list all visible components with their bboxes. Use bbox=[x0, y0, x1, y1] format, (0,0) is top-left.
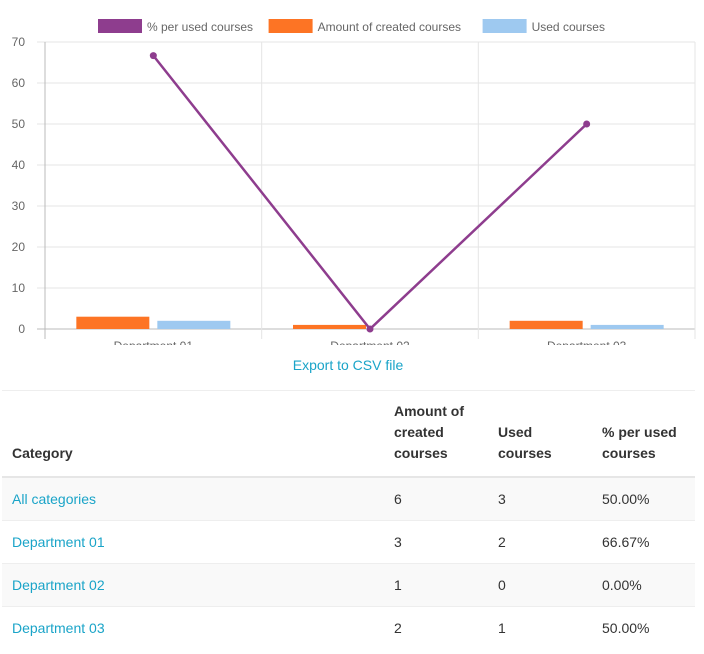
bar bbox=[509, 320, 583, 329]
y-tick-label: 60 bbox=[12, 76, 26, 90]
x-tick-label: Department 01 bbox=[114, 339, 194, 345]
bar bbox=[157, 320, 231, 329]
cell-amount: 6 bbox=[384, 476, 488, 521]
table-header-row: Category Amount of created courses Used … bbox=[2, 390, 695, 478]
header-used-line: courses bbox=[498, 445, 552, 461]
table-row: Department 02 1 0 0.00% bbox=[2, 563, 695, 607]
y-tick-label: 40 bbox=[12, 158, 26, 172]
header-amount: Amount of created courses bbox=[384, 390, 488, 478]
y-tick-label: 10 bbox=[12, 281, 26, 295]
legend-swatch bbox=[98, 19, 142, 33]
legend-label: Amount of created courses bbox=[318, 20, 461, 34]
legend-label: Used courses bbox=[532, 20, 605, 34]
legend-label: % per used courses bbox=[147, 20, 253, 34]
bar bbox=[76, 316, 150, 329]
header-category: Category bbox=[2, 390, 384, 478]
header-amount-line: Amount of bbox=[394, 403, 464, 419]
cell-used: 0 bbox=[488, 563, 592, 607]
line-point bbox=[366, 325, 374, 333]
y-tick-label: 50 bbox=[12, 117, 26, 131]
cell-amount: 2 bbox=[384, 606, 488, 649]
line-point bbox=[149, 52, 157, 60]
cell-amount: 1 bbox=[384, 563, 488, 607]
header-used: Used courses bbox=[488, 390, 592, 478]
stats-table: Category Amount of created courses Used … bbox=[2, 390, 695, 649]
category-link[interactable]: Department 01 bbox=[12, 534, 105, 550]
header-amount-line: created bbox=[394, 424, 444, 440]
bar bbox=[590, 324, 664, 329]
table-row: Department 03 2 1 50.00% bbox=[2, 606, 695, 649]
y-tick-label: 30 bbox=[12, 199, 26, 213]
header-amount-line: courses bbox=[394, 445, 448, 461]
cell-percent: 50.00% bbox=[592, 606, 695, 649]
category-link[interactable]: Department 02 bbox=[12, 577, 105, 593]
cell-used: 3 bbox=[488, 476, 592, 521]
header-percent: % per used courses bbox=[592, 390, 695, 478]
header-used-line: Used bbox=[498, 424, 533, 440]
x-tick-label: Department 02 bbox=[330, 339, 410, 345]
cell-percent: 66.67% bbox=[592, 520, 695, 564]
category-link[interactable]: Department 03 bbox=[12, 620, 105, 636]
cell-amount: 3 bbox=[384, 520, 488, 564]
header-percent-line: % per used bbox=[602, 424, 677, 440]
cell-percent: 0.00% bbox=[592, 563, 695, 607]
export-csv-link[interactable]: Export to CSV file bbox=[0, 357, 696, 373]
legend-swatch bbox=[268, 19, 313, 33]
cell-category: Department 03 bbox=[2, 606, 384, 649]
table-row: Department 01 3 2 66.67% bbox=[2, 520, 695, 564]
header-percent-line: courses bbox=[602, 445, 656, 461]
bar bbox=[293, 324, 366, 329]
legend-swatch bbox=[482, 19, 527, 33]
cell-category: Department 01 bbox=[2, 520, 384, 564]
y-tick-label: 70 bbox=[12, 35, 26, 49]
chart-canvas: 0 10 20 30 40 50 60 70 Department 01 Department 0… bbox=[12, 19, 696, 345]
cell-percent: 50.00% bbox=[592, 476, 695, 521]
cell-used: 1 bbox=[488, 606, 592, 649]
table-row: All categories 6 3 50.00% bbox=[2, 476, 695, 521]
cell-category: All categories bbox=[2, 476, 384, 521]
chart: 0 10 20 30 40 50 60 70 Department 01 Department 0… bbox=[0, 0, 704, 345]
line-point bbox=[583, 120, 591, 128]
cell-category: Department 02 bbox=[2, 563, 384, 607]
x-tick-label: Department 03 bbox=[547, 339, 627, 345]
category-link[interactable]: All categories bbox=[12, 491, 96, 507]
y-tick-label: 0 bbox=[18, 322, 25, 336]
y-tick-label: 20 bbox=[12, 240, 26, 254]
cell-used: 2 bbox=[488, 520, 592, 564]
